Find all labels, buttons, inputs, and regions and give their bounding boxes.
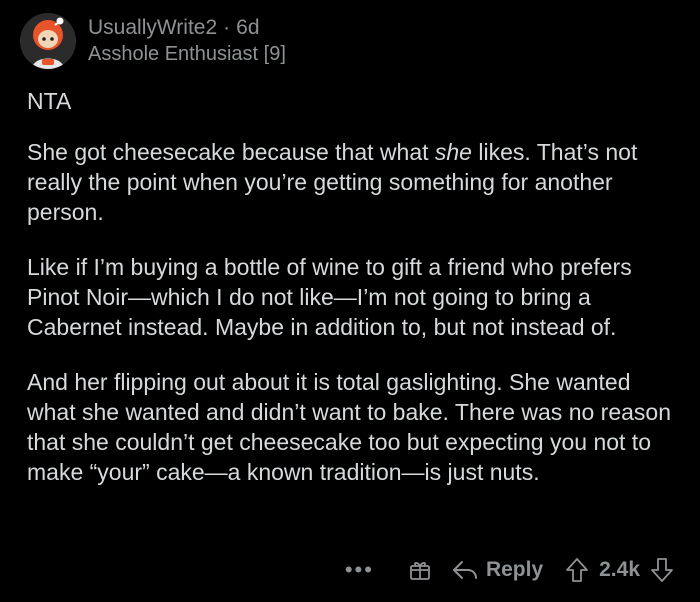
reply-arrow-icon: [452, 561, 477, 579]
vote-controls: 2.4k: [565, 557, 674, 583]
gift-award-icon: [410, 562, 430, 580]
comment-paragraph: NTA: [27, 88, 72, 114]
downvote-arrow-icon[interactable]: [650, 557, 674, 583]
comment-paragraph: And her flipping out about it is total g…: [27, 369, 671, 485]
author-line: UsuallyWrite2 · 6d: [88, 15, 286, 41]
paragraph-text: She got cheesecake because that what: [27, 139, 435, 165]
reply-button[interactable]: Reply: [452, 558, 543, 582]
comment-age: 6d: [236, 16, 260, 39]
vote-score: 2.4k: [599, 558, 640, 581]
comment-header: UsuallyWrite2 · 6d Asshole Enthusiast [9]: [20, 6, 286, 76]
upvote-arrow-icon[interactable]: [565, 557, 589, 583]
comment-body: NTA She got cheesecake because that what…: [27, 86, 677, 512]
meta-separator: ·: [223, 16, 231, 39]
user-flair: Asshole Enthusiast [9]: [88, 43, 286, 65]
reply-label: Reply: [485, 558, 544, 581]
award-button[interactable]: [408, 558, 432, 582]
username[interactable]: UsuallyWrite2: [88, 16, 217, 39]
more-options-icon[interactable]: •••: [345, 557, 374, 583]
comment-paragraph: Like if I’m buying a bottle of wine to g…: [27, 254, 632, 340]
avatar-image: [20, 13, 76, 69]
comment: UsuallyWrite2 · 6d Asshole Enthusiast [9] …: [0, 0, 700, 602]
comment-actions: ••• Reply 2.4k: [325, 552, 674, 588]
emphasis-text: she: [434, 139, 472, 165]
comment-meta: UsuallyWrite2 · 6d Asshole Enthusiast [9]: [88, 15, 286, 67]
avatar[interactable]: [20, 13, 76, 69]
comment-paragraph: She got cheesecake because that what she…: [27, 137, 677, 227]
